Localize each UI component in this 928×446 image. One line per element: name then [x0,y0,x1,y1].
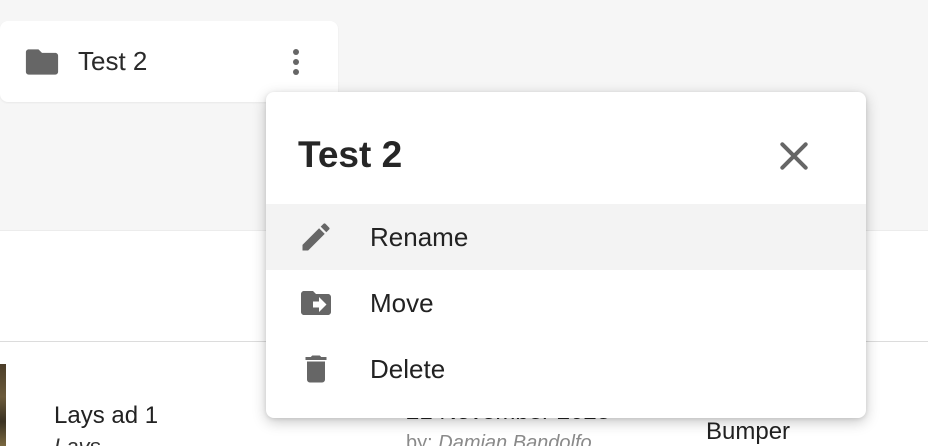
folder-move-icon [301,291,331,315]
menu-item-delete[interactable]: Delete [266,336,866,402]
menu-item-move[interactable]: Move [266,270,866,336]
video-title[interactable]: Lays ad 1 [54,402,158,430]
video-type: Bumper [706,418,791,445]
video-brand: Lays [54,434,100,446]
page: Test 2 Lays ad 1 Lays 21 November 2023 b… [0,0,928,446]
pencil-icon [302,223,330,251]
menu-item-label: Rename [370,222,469,252]
author-name: Damian Bandolfo [438,432,592,446]
video-author: by: Damian Bandolfo [406,432,592,446]
menu-item-rename[interactable]: Rename [266,204,866,270]
close-icon[interactable] [774,136,814,176]
folder-name: Test 2 [78,46,148,76]
folder-icon [25,49,59,75]
folder-card[interactable]: Test 2 [0,21,338,102]
menu-item-label: Move [370,288,434,318]
video-thumbnail[interactable] [0,364,6,446]
menu-item-label: Delete [370,354,446,384]
author-prefix: by: [406,432,433,446]
menu-title: Test 2 [298,134,403,175]
folder-context-menu: Test 2 Rename Move Delete [266,92,866,418]
trash-icon [305,355,327,383]
more-vert-icon[interactable] [282,44,310,80]
